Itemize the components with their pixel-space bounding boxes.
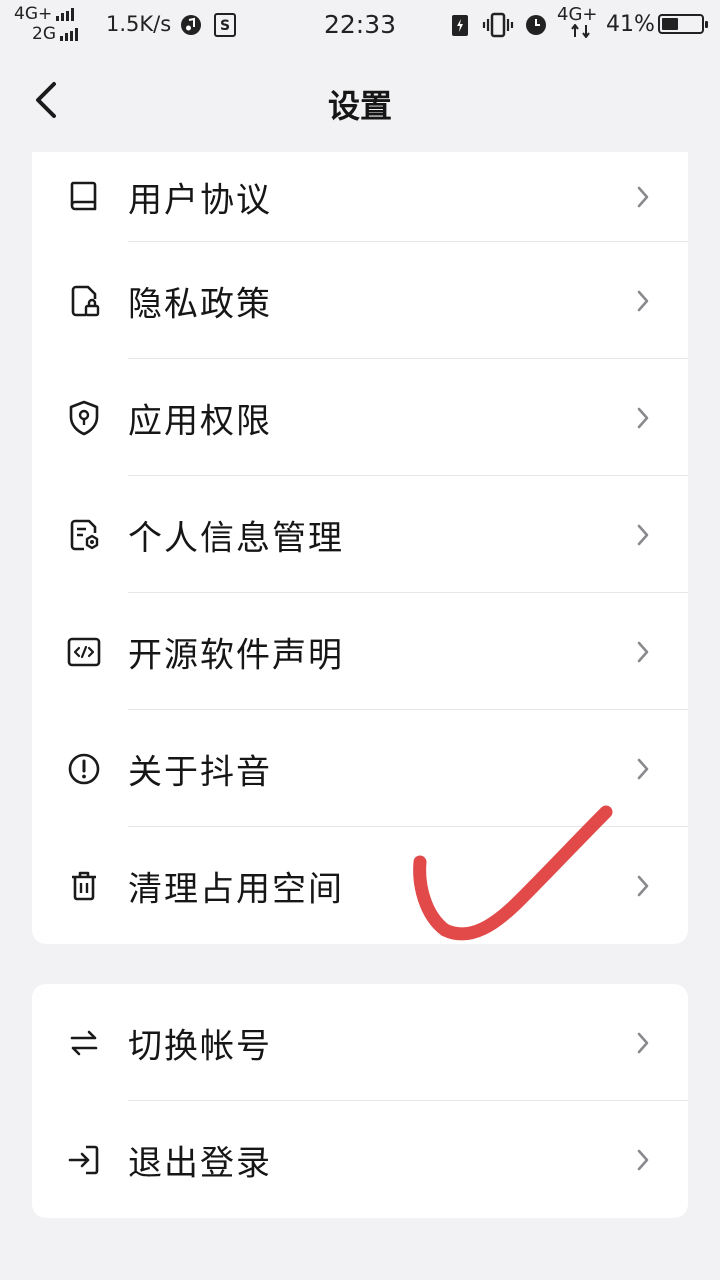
network-type-3: 4G+ bbox=[557, 4, 598, 25]
code-icon bbox=[67, 637, 101, 666]
settings-item-privacy-policy[interactable]: 隐私政策 bbox=[32, 242, 688, 359]
vibrate-icon bbox=[482, 12, 514, 38]
settings-card-account: 切换帐号 退出登录 bbox=[32, 984, 688, 1218]
chevron-right-icon bbox=[637, 1149, 649, 1170]
settings-item-label: 应用权限 bbox=[128, 401, 272, 441]
settings-item-label: 关于抖音 bbox=[128, 752, 272, 792]
data-transfer-icon bbox=[571, 24, 590, 38]
settings-item-user-agreement[interactable]: 用户协议 bbox=[32, 152, 688, 242]
status-bar: 4G+ 2G 1.5K/s S 22:33 4G+ 41% bbox=[0, 0, 720, 50]
settings-item-label: 清理占用空间 bbox=[128, 869, 344, 909]
settings-item-switch-account[interactable]: 切换帐号 bbox=[32, 984, 688, 1101]
logout-icon bbox=[68, 1145, 99, 1174]
book-icon bbox=[70, 181, 97, 211]
settings-card-main: 用户协议 隐私政策 应用权限 个人信息管理 开源软件声明 关于抖音 清理占用空间 bbox=[32, 152, 688, 944]
chevron-right-icon bbox=[637, 758, 649, 779]
chevron-right-icon bbox=[637, 186, 649, 208]
battery-icon bbox=[658, 14, 708, 34]
settings-item-app-permissions[interactable]: 应用权限 bbox=[32, 359, 688, 476]
chevron-right-icon bbox=[637, 641, 649, 662]
chevron-right-icon bbox=[637, 407, 649, 428]
settings-item-label: 开源软件声明 bbox=[128, 635, 344, 675]
shield-icon bbox=[69, 400, 99, 435]
page-title: 设置 bbox=[327, 87, 392, 125]
battery-percent: 41% bbox=[606, 12, 655, 37]
settings-item-label: 退出登录 bbox=[128, 1143, 272, 1183]
swap-icon bbox=[70, 1030, 98, 1055]
chevron-right-icon bbox=[637, 875, 649, 896]
document-lock-icon bbox=[71, 285, 100, 316]
document-settings-icon bbox=[70, 519, 99, 550]
settings-item-clear-storage[interactable]: 清理占用空间 bbox=[32, 827, 688, 944]
settings-item-logout[interactable]: 退出登录 bbox=[32, 1101, 688, 1218]
chevron-right-icon bbox=[637, 1032, 649, 1053]
settings-item-label: 隐私政策 bbox=[128, 284, 272, 324]
settings-item-personal-info[interactable]: 个人信息管理 bbox=[32, 476, 688, 593]
settings-item-label: 个人信息管理 bbox=[128, 518, 344, 558]
alarm-icon bbox=[526, 15, 546, 35]
trash-icon bbox=[72, 871, 96, 900]
settings-item-open-source[interactable]: 开源软件声明 bbox=[32, 593, 688, 710]
info-icon bbox=[68, 753, 100, 784]
settings-item-label: 用户协议 bbox=[128, 180, 272, 221]
settings-item-label: 切换帐号 bbox=[128, 1026, 272, 1066]
battery-saver-icon bbox=[452, 15, 468, 36]
chevron-right-icon bbox=[637, 524, 649, 545]
settings-item-about[interactable]: 关于抖音 bbox=[32, 710, 688, 827]
header: 设置 bbox=[0, 50, 720, 150]
chevron-right-icon bbox=[637, 290, 649, 311]
